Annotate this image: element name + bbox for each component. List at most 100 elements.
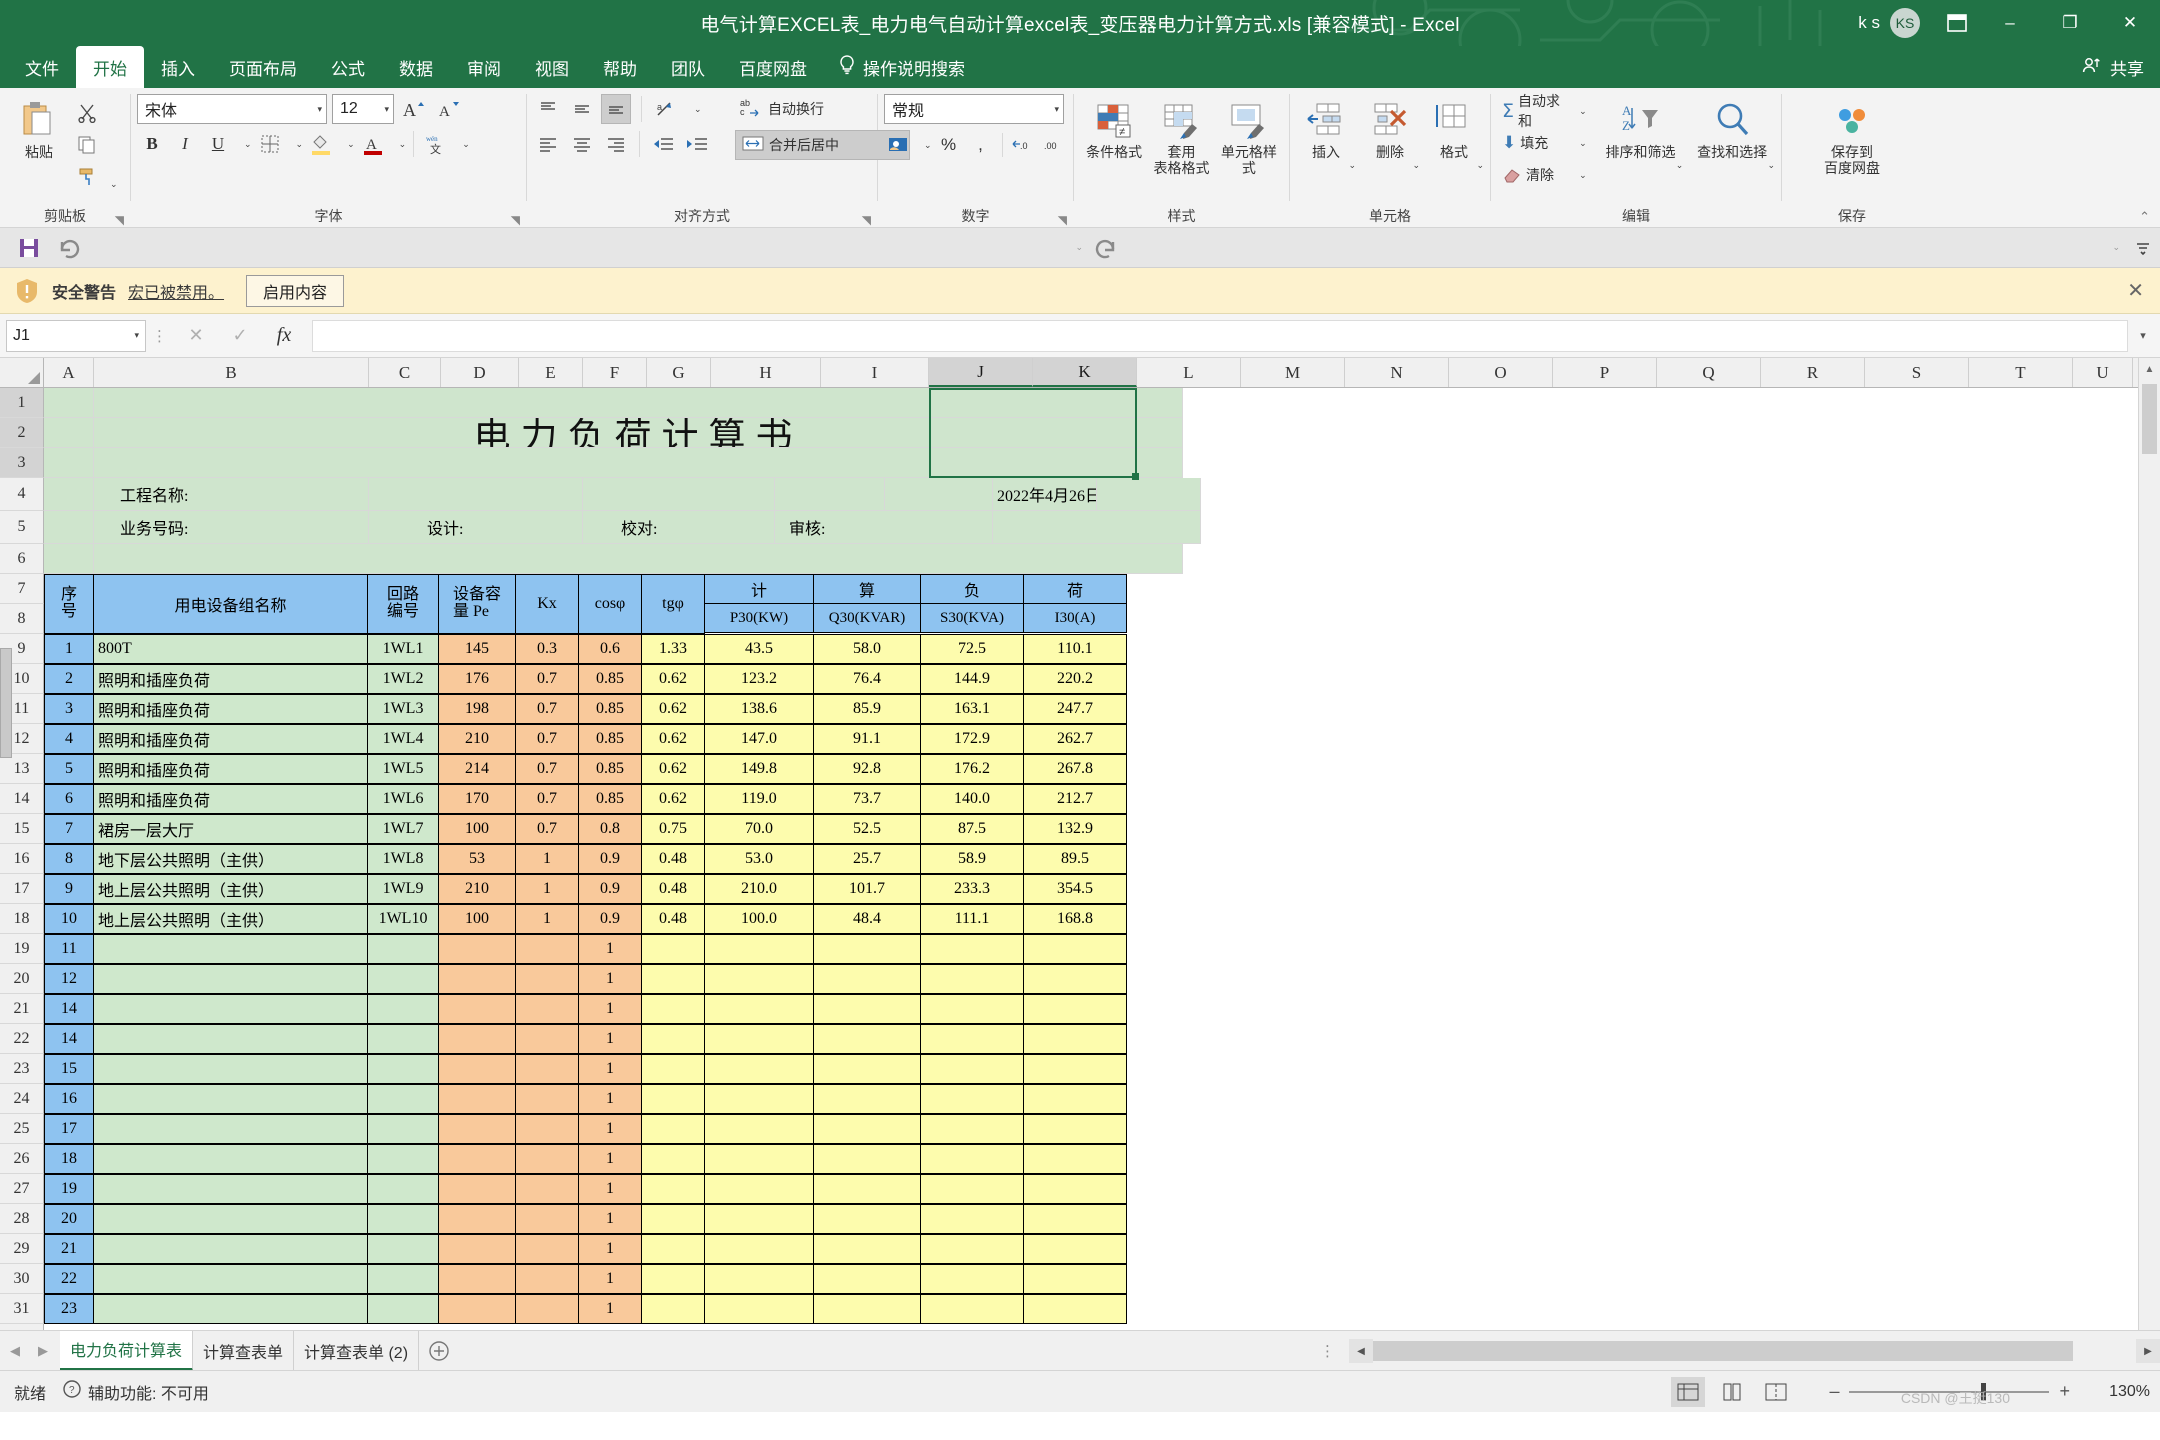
share-button[interactable]: 共享: [2082, 46, 2144, 88]
cell-r15-pe[interactable]: 100: [438, 814, 516, 844]
cell-r15-p30[interactable]: 70.0: [704, 814, 814, 844]
cell-r31-name[interactable]: [93, 1294, 368, 1324]
cell-r18-p30[interactable]: 100.0: [704, 904, 814, 934]
cell-r20-cos[interactable]: 1: [578, 964, 642, 994]
cell-r25-q30[interactable]: [813, 1114, 921, 1144]
row-header-31[interactable]: 31: [0, 1294, 44, 1324]
cell-r16-name[interactable]: 地下层公共照明（主供）: [93, 844, 368, 874]
scroll-right-arrow[interactable]: ▶: [2136, 1339, 2160, 1363]
cell-r9-name[interactable]: 800T: [93, 634, 368, 664]
cell-r25-kx[interactable]: [515, 1114, 579, 1144]
cell-r19-kx[interactable]: [515, 934, 579, 964]
accounting-caret[interactable]: ⌄: [916, 140, 932, 151]
row-header-25[interactable]: 25: [0, 1114, 44, 1144]
cell-r21-tg[interactable]: [641, 994, 705, 1024]
cell-r12-name[interactable]: 照明和插座负荷: [93, 724, 368, 754]
cell-r20-name[interactable]: [93, 964, 368, 994]
row-header-18[interactable]: 18: [0, 904, 44, 934]
cell-r15-q30[interactable]: 52.5: [813, 814, 921, 844]
cell-r27-i30[interactable]: [1023, 1174, 1127, 1204]
ribbon-display-options-icon[interactable]: [1934, 0, 1980, 46]
cell-r21-seq[interactable]: 14: [44, 994, 94, 1024]
cell-r20-tg[interactable]: [641, 964, 705, 994]
cell-r22-s30[interactable]: [920, 1024, 1024, 1054]
cell-r21-p30[interactable]: [704, 994, 814, 1024]
cell-r29-i30[interactable]: [1023, 1234, 1127, 1264]
row-header-16[interactable]: 16: [0, 844, 44, 874]
cell-r9-p30[interactable]: 43.5: [704, 634, 814, 664]
zoom-level[interactable]: 130%: [2080, 1383, 2150, 1401]
row-header-8[interactable]: 8: [0, 604, 44, 634]
column-header-B[interactable]: B: [94, 358, 369, 387]
cell-r15-s30[interactable]: 87.5: [920, 814, 1024, 844]
underline-button[interactable]: U: [203, 129, 233, 159]
align-bottom-button[interactable]: [601, 94, 631, 124]
tab-file[interactable]: 文件: [8, 46, 76, 88]
cell-r14-cos[interactable]: 0.85: [578, 784, 642, 814]
cell-r13-seq[interactable]: 5: [44, 754, 94, 784]
cell-r18-pe[interactable]: 100: [438, 904, 516, 934]
insert-cells-button[interactable]: 插入 ⌄: [1296, 94, 1356, 170]
cell-r14-p30[interactable]: 119.0: [704, 784, 814, 814]
percent-format-button[interactable]: %: [934, 130, 964, 160]
prev-sheet-arrow[interactable]: ◀: [10, 1343, 20, 1359]
increase-decimal-button[interactable]: .0: [1009, 130, 1039, 160]
cell-r26-kx[interactable]: [515, 1144, 579, 1174]
cell-r14-i30[interactable]: 212.7: [1023, 784, 1127, 814]
cell-r14-circuit[interactable]: 1WL6: [367, 784, 439, 814]
bold-button[interactable]: B: [137, 129, 167, 159]
cell-r11-pe[interactable]: 198: [438, 694, 516, 724]
cell-r22-i30[interactable]: [1023, 1024, 1127, 1054]
collapse-ribbon-button[interactable]: ⌃: [2139, 209, 2150, 225]
row-header-28[interactable]: 28: [0, 1204, 44, 1234]
row-header-26[interactable]: 26: [0, 1144, 44, 1174]
cell-r26-p30[interactable]: [704, 1144, 814, 1174]
increase-font-size-button[interactable]: A: [399, 94, 429, 124]
cell-r9-s30[interactable]: 72.5: [920, 634, 1024, 664]
avatar[interactable]: KS: [1890, 8, 1920, 38]
cell-r24-name[interactable]: [93, 1084, 368, 1114]
sheet-tab-2[interactable]: 计算查表单: [193, 1330, 295, 1371]
cell-project-name-label[interactable]: 工程名称:: [94, 478, 369, 511]
cell-r10-i30[interactable]: 220.2: [1023, 664, 1127, 694]
accounting-format-button[interactable]: [884, 130, 914, 160]
undo-caret[interactable]: ⌄: [1067, 242, 1083, 253]
cell-r22-seq[interactable]: 14: [44, 1024, 94, 1054]
cell-r26-i30[interactable]: [1023, 1144, 1127, 1174]
cell-r29-seq[interactable]: 21: [44, 1234, 94, 1264]
customize-qat-icon[interactable]: [2126, 233, 2160, 263]
cell-r24-circuit[interactable]: [367, 1084, 439, 1114]
cell-r21-q30[interactable]: [813, 994, 921, 1024]
cell-r10-tg[interactable]: 0.62: [641, 664, 705, 694]
cell-r29-name[interactable]: [93, 1234, 368, 1264]
orientation-caret[interactable]: ⌄: [686, 104, 702, 115]
cell-r27-seq[interactable]: 19: [44, 1174, 94, 1204]
cell-r20-s30[interactable]: [920, 964, 1024, 994]
cell-r9-q30[interactable]: 58.0: [813, 634, 921, 664]
column-header-P[interactable]: P: [1553, 358, 1657, 387]
decrease-font-size-button[interactable]: A: [434, 94, 464, 124]
cell-r12-q30[interactable]: 91.1: [813, 724, 921, 754]
cell-r25-seq[interactable]: 17: [44, 1114, 94, 1144]
cell-r16-p30[interactable]: 53.0: [704, 844, 814, 874]
cell-r17-seq[interactable]: 9: [44, 874, 94, 904]
tab-home[interactable]: 开始: [76, 46, 144, 88]
cell-check-label[interactable]: 校对:: [583, 511, 775, 544]
delete-cells-caret[interactable]: ⌄: [1404, 160, 1420, 170]
cell-r19-cos[interactable]: 1: [578, 934, 642, 964]
row-header-21[interactable]: 21: [0, 994, 44, 1024]
cell-r9-pe[interactable]: 145: [438, 634, 516, 664]
cell-r12-pe[interactable]: 210: [438, 724, 516, 754]
name-box[interactable]: J1 ▾: [6, 319, 146, 352]
cell-r16-cos[interactable]: 0.9: [578, 844, 642, 874]
row-header-24[interactable]: 24: [0, 1084, 44, 1114]
underline-caret[interactable]: ⌄: [236, 139, 252, 150]
conditional-formatting-button[interactable]: ≠ 条件格式: [1080, 94, 1148, 160]
row-header-3[interactable]: 3: [0, 448, 44, 478]
cell-r12-cos[interactable]: 0.85: [578, 724, 642, 754]
cell-r26-seq[interactable]: 18: [44, 1144, 94, 1174]
cell-r14-kx[interactable]: 0.7: [515, 784, 579, 814]
cell-r22-kx[interactable]: [515, 1024, 579, 1054]
fill-color-caret[interactable]: ⌄: [339, 139, 355, 150]
row-header-7[interactable]: 7: [0, 574, 44, 604]
